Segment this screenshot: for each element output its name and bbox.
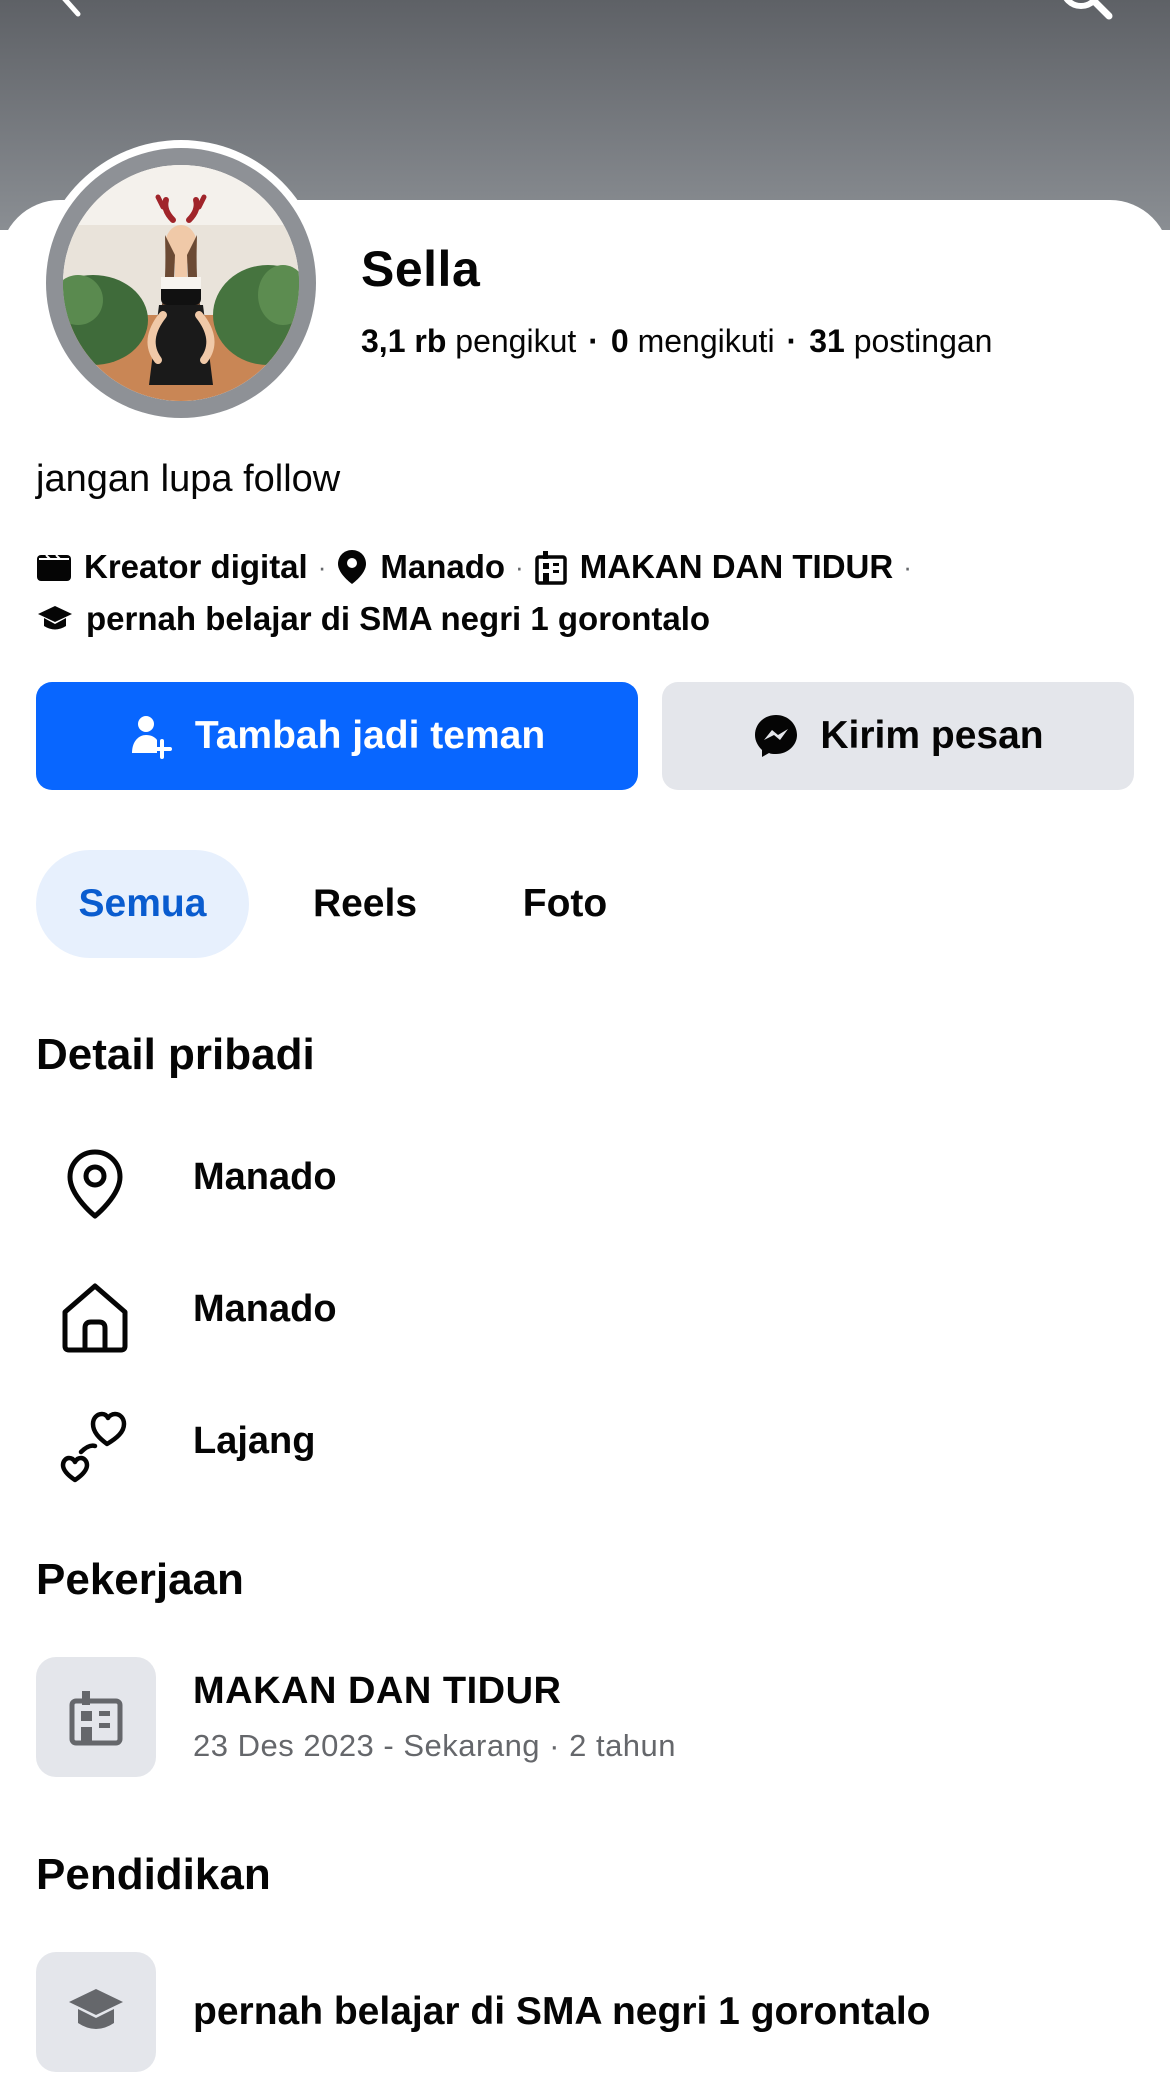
clapperboard-icon — [37, 554, 71, 581]
detail-relationship-text: Lajang — [193, 1420, 316, 1462]
followers-stat[interactable]: 3,1 rb pengikut — [361, 323, 576, 359]
education-tile[interactable] — [36, 1952, 156, 2072]
posts-count: 31 — [809, 323, 845, 359]
location-pin-icon — [67, 1149, 123, 1219]
detail-current-city-text: Manado — [193, 1156, 337, 1198]
profile-name: Sella — [361, 241, 481, 297]
building-icon — [534, 551, 567, 585]
meta-work: MAKAN DAN TIDUR — [579, 548, 894, 585]
hearts-icon — [60, 1411, 127, 1483]
profile-stats: 3,1 rb pengikut · 0 mengikuti · 31 postingan — [361, 323, 992, 360]
avatar[interactable] — [38, 140, 324, 426]
work-section-title: Pekerjaan — [36, 1555, 244, 1604]
detail-current-city[interactable]: Manado — [0, 1126, 1170, 1226]
posts-stat[interactable]: 31 postingan — [809, 323, 992, 359]
profile-meta-line: pernah belajar di SMA negri 1 gorontalo — [36, 600, 710, 638]
meta-education: pernah belajar di SMA negri 1 gorontalo — [86, 600, 711, 637]
send-message-label: Kirim pesan — [820, 714, 1044, 757]
add-friend-button[interactable]: Tambah jadi teman — [36, 682, 638, 790]
posts-label: postingan — [853, 323, 993, 359]
following-label: mengikuti — [637, 323, 775, 359]
meta-category: Kreator digital — [84, 548, 308, 585]
meta-location: Manado — [380, 548, 506, 585]
add-friend-label: Tambah jadi teman — [194, 714, 546, 757]
followers-count: 3,1 rb — [361, 323, 447, 359]
chevron-left-icon[interactable] — [50, 0, 90, 30]
profile-meta-line: Kreator digital · Manado · MAKAN DAN TID… — [36, 548, 922, 586]
avatar-ring — [46, 148, 316, 418]
stats-separator: · — [588, 323, 599, 359]
graduation-cap-icon — [69, 1989, 123, 2029]
education-section-title: Pendidikan — [36, 1850, 271, 1899]
detail-relationship[interactable]: Lajang — [0, 1390, 1170, 1490]
building-icon — [69, 1691, 123, 1746]
meta-separator: · — [903, 551, 912, 582]
avatar-photo — [63, 165, 299, 401]
detail-hometown-text: Manado — [193, 1288, 337, 1330]
tab-all[interactable]: Semua — [36, 850, 249, 958]
work-employer[interactable]: MAKAN DAN TIDUR — [193, 1670, 561, 1713]
search-icon[interactable] — [1055, 0, 1115, 30]
work-period: 23 Des 2023 - Sekarang · 2 tahun — [193, 1728, 677, 1763]
tab-reels[interactable]: Reels — [290, 850, 440, 958]
following-count: 0 — [610, 323, 629, 359]
education-school[interactable]: pernah belajar di SMA negri 1 gorontalo — [193, 1990, 931, 2034]
meta-separator: · — [317, 551, 327, 582]
following-stat[interactable]: 0 mengikuti — [611, 323, 775, 359]
stats-separator: · — [786, 323, 798, 359]
profile-bio: jangan lupa follow — [36, 458, 341, 500]
more-icon[interactable] — [925, 0, 985, 8]
add-friend-icon — [131, 716, 172, 759]
location-pin-icon — [338, 550, 367, 584]
send-message-button[interactable]: Kirim pesan — [662, 682, 1134, 790]
personal-details-title: Detail pribadi — [36, 1030, 315, 1079]
meta-separator: · — [515, 551, 524, 582]
home-icon — [62, 1283, 128, 1353]
work-tile[interactable] — [36, 1657, 156, 1777]
followers-label: pengikut — [455, 323, 577, 359]
detail-hometown[interactable]: Manado — [0, 1258, 1170, 1358]
messenger-icon — [755, 715, 798, 757]
graduation-cap-icon — [38, 606, 72, 630]
tab-photos[interactable]: Foto — [490, 850, 640, 958]
